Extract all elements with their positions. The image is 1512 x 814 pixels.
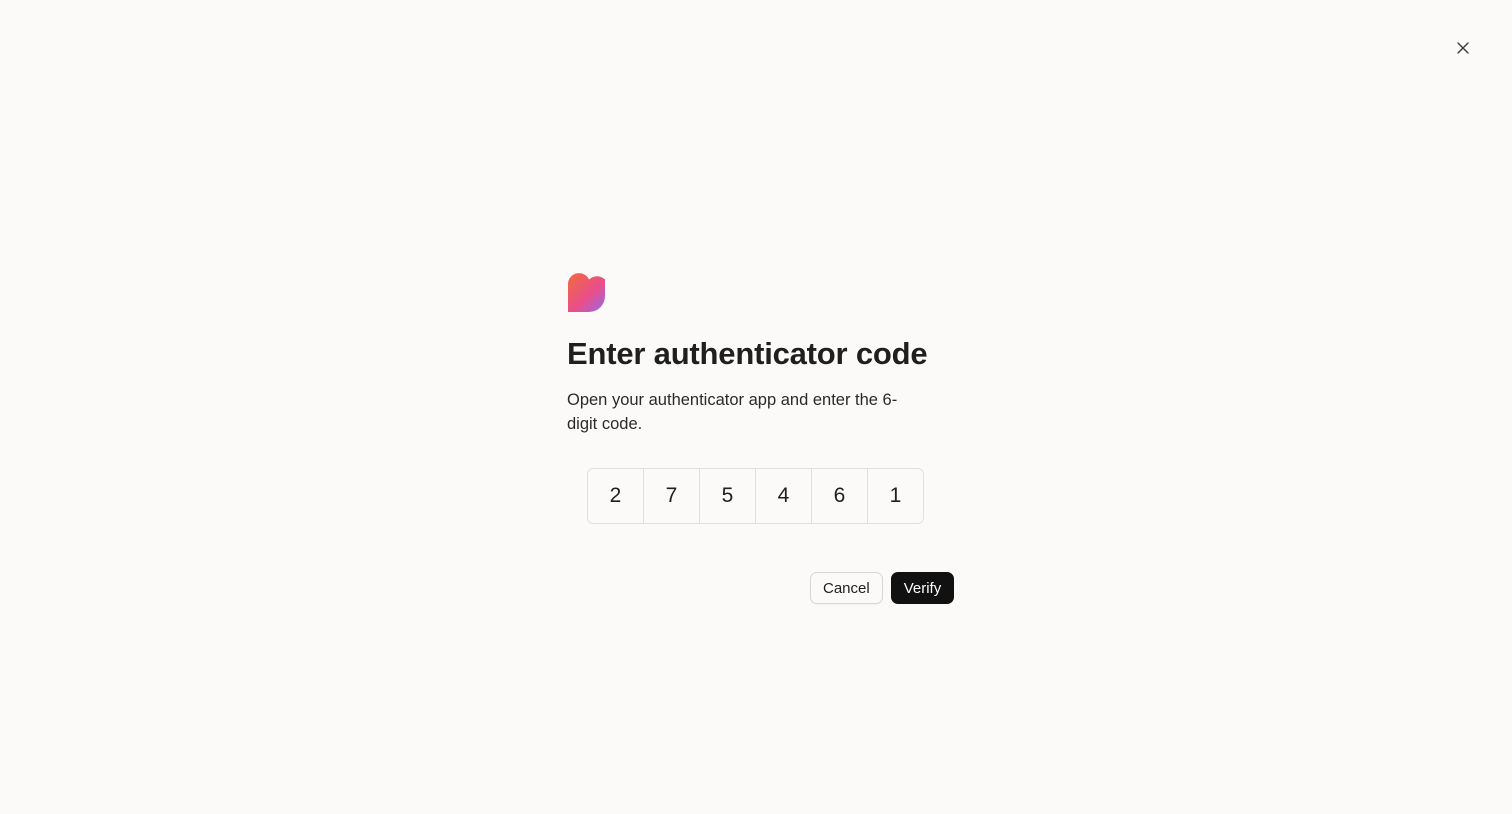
code-digit-1[interactable]: 2: [588, 469, 644, 523]
cancel-button[interactable]: Cancel: [810, 572, 883, 604]
code-digit-3[interactable]: 5: [700, 469, 756, 523]
instruction-text: Open your authenticator app and enter th…: [567, 391, 898, 433]
close-icon: [1457, 42, 1469, 54]
code-digit-6[interactable]: 1: [868, 469, 923, 523]
close-button[interactable]: [1451, 36, 1475, 60]
brand-heart-logo: [568, 273, 605, 312]
code-input-group: 2 7 5 4 6 1: [587, 468, 924, 524]
authenticator-page: Enter authenticator code Open your authe…: [0, 0, 1512, 814]
dialog-actions: Cancel Verify: [810, 572, 955, 604]
code-digit-2[interactable]: 7: [644, 469, 700, 523]
code-digit-5[interactable]: 6: [812, 469, 868, 523]
page-title: Enter authenticator code: [567, 336, 928, 371]
code-digit-4[interactable]: 4: [756, 469, 812, 523]
verify-button[interactable]: Verify: [890, 572, 955, 604]
